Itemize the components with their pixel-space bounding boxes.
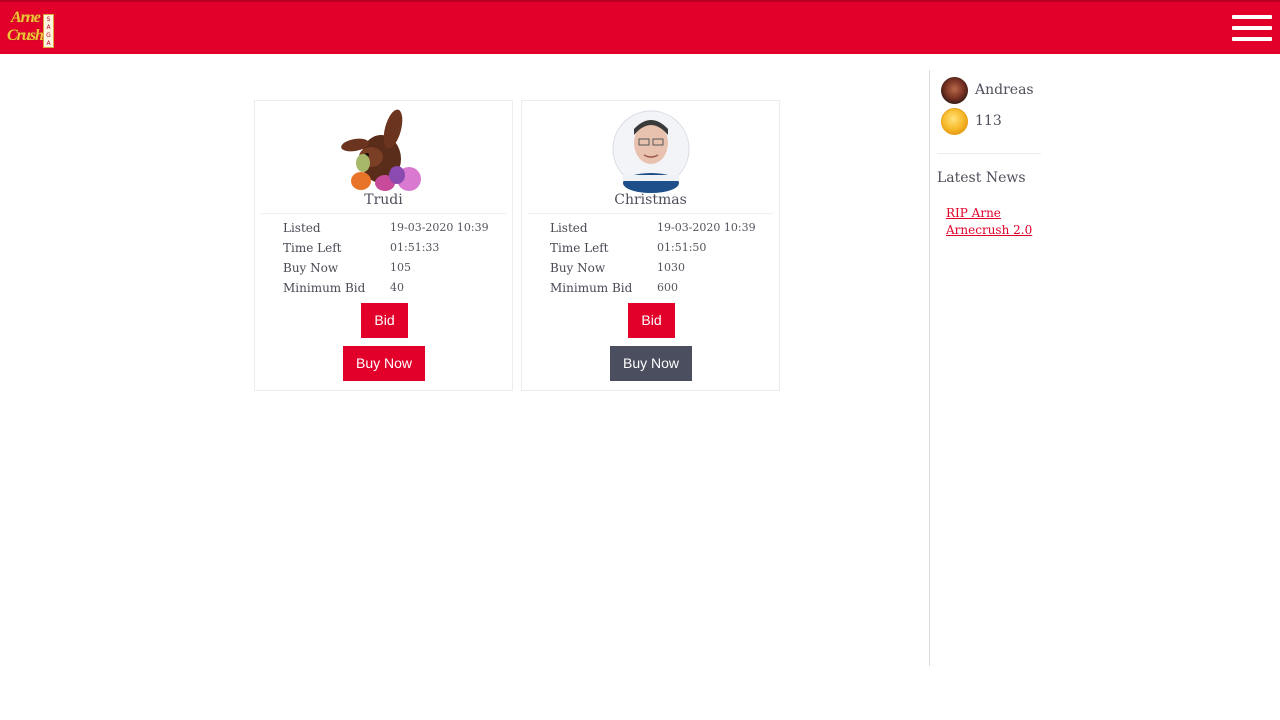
listing-name: Christmas <box>614 192 687 208</box>
divider <box>528 213 773 214</box>
coin-icon <box>941 108 968 135</box>
logo-tag-letter: G <box>46 32 51 39</box>
logo-tag-letter: A <box>46 24 51 31</box>
listing-info: Listed 19-03-2020 10:39 Time Left 01:51:… <box>550 220 770 300</box>
info-value: 600 <box>657 281 678 294</box>
info-row-listed: Listed 19-03-2020 10:39 <box>283 220 503 240</box>
coin-count: 113 <box>975 113 1002 129</box>
info-label: Buy Now <box>283 261 339 275</box>
logo-word-crush: Crush <box>7 27 44 44</box>
info-value: 19-03-2020 10:39 <box>657 221 756 234</box>
info-row-time-left: Time Left 01:51:33 <box>283 240 503 260</box>
divider <box>261 213 506 214</box>
info-label: Listed <box>283 221 321 235</box>
info-label: Time Left <box>550 241 609 255</box>
buy-now-button[interactable]: Buy Now <box>610 346 692 381</box>
listing-card: Trudi Listed 19-03-2020 10:39 Time Left … <box>254 100 513 391</box>
info-value: 01:51:33 <box>390 241 440 254</box>
username: Andreas <box>975 82 1034 98</box>
info-row-time-left: Time Left 01:51:50 <box>550 240 770 260</box>
divider <box>937 153 1041 154</box>
easter-bunny-image <box>341 109 429 193</box>
info-row-minimum-bid: Minimum Bid 600 <box>550 280 770 300</box>
info-label: Minimum Bid <box>550 281 633 295</box>
listing-info: Listed 19-03-2020 10:39 Time Left 01:51:… <box>283 220 503 300</box>
snowglobe-portrait-image <box>608 109 696 193</box>
info-label: Time Left <box>283 241 342 255</box>
listing-card: Christmas Listed 19-03-2020 10:39 Time L… <box>521 100 780 391</box>
menu-bar <box>1232 15 1272 19</box>
listing-name: Trudi <box>364 192 403 208</box>
info-value: 105 <box>390 261 411 274</box>
logo-word-arne: Arne <box>11 9 41 26</box>
logo-tag-letter: S <box>46 16 51 23</box>
info-value: 1030 <box>657 261 685 274</box>
info-value: 40 <box>390 281 404 294</box>
info-row-minimum-bid: Minimum Bid 40 <box>283 280 503 300</box>
bid-button[interactable]: Bid <box>628 303 675 338</box>
menu-bar <box>1232 26 1272 30</box>
top-navbar: Arne Crush SAGA <box>0 0 1280 54</box>
info-label: Listed <box>550 221 588 235</box>
arnecrush-logo[interactable]: Arne Crush SAGA <box>7 10 55 50</box>
info-value: 01:51:50 <box>657 241 707 254</box>
bid-button[interactable]: Bid <box>361 303 408 338</box>
hamburger-menu-icon[interactable] <box>1232 13 1274 45</box>
info-row-buy-now: Buy Now 105 <box>283 260 503 280</box>
info-value: 19-03-2020 10:39 <box>390 221 489 234</box>
info-row-buy-now: Buy Now 1030 <box>550 260 770 280</box>
info-label: Buy Now <box>550 261 606 275</box>
sidebar-divider <box>929 70 930 666</box>
info-row-listed: Listed 19-03-2020 10:39 <box>550 220 770 240</box>
logo-saga-tag: SAGA <box>43 14 54 48</box>
latest-news-title: Latest News <box>937 170 1026 186</box>
menu-bar <box>1232 37 1272 41</box>
buy-now-button[interactable]: Buy Now <box>343 346 425 381</box>
logo-tag-letter: A <box>46 40 51 47</box>
info-label: Minimum Bid <box>283 281 366 295</box>
news-link[interactable]: RIP Arne Arnecrush 2.0 <box>946 205 1041 239</box>
avatar <box>941 77 968 104</box>
